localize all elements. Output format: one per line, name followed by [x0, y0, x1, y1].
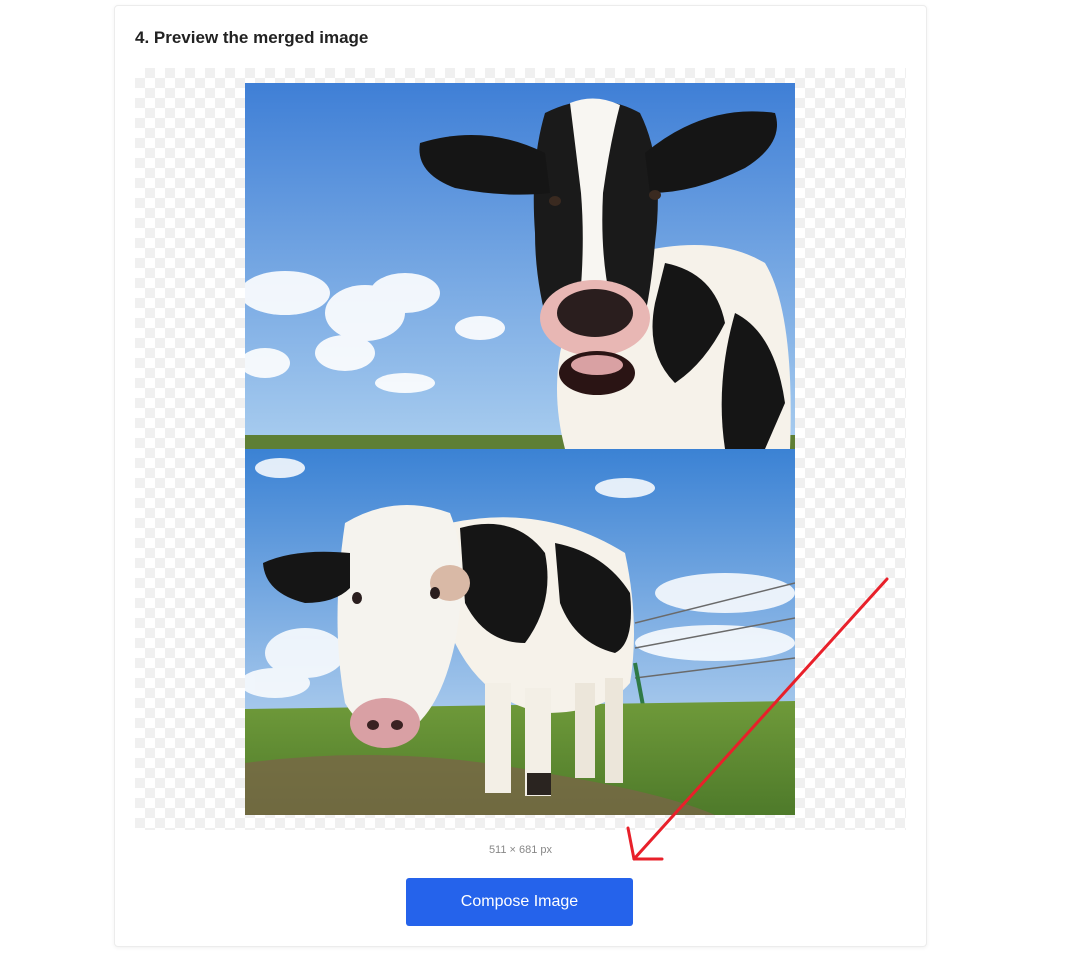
- top-cow-photo: [245, 83, 795, 449]
- section-title: 4. Preview the merged image: [135, 28, 369, 47]
- bottom-cow-photo: [245, 449, 795, 815]
- compose-image-button[interactable]: Compose Image: [406, 878, 633, 926]
- image-dimensions-label: 511 × 681 px: [488, 844, 553, 856]
- preview-card: 4. Preview the merged image 511 × 681 px…: [114, 5, 927, 947]
- checkerboard-preview-area: [135, 68, 906, 830]
- merged-image-preview: [245, 83, 795, 815]
